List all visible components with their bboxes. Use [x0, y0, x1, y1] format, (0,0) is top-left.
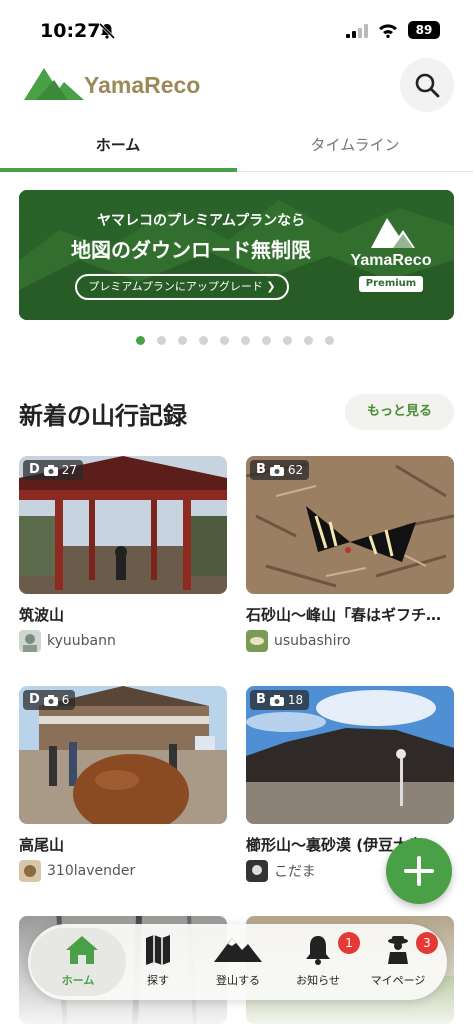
- add-record-button[interactable]: [386, 838, 452, 904]
- photo-count: 6: [61, 693, 70, 707]
- avatar: [246, 860, 268, 882]
- username: usubashiro: [274, 633, 351, 649]
- photo-count: 27: [61, 463, 78, 477]
- tab-home[interactable]: ホーム: [0, 124, 236, 172]
- username: 310lavender: [47, 863, 136, 879]
- carousel-dot[interactable]: [283, 336, 292, 345]
- nav-mypage[interactable]: マイページ 3: [356, 924, 440, 1000]
- battery-icon: 89: [408, 21, 440, 39]
- username: こだま: [274, 864, 316, 880]
- mountain-logo-icon: [24, 68, 84, 100]
- grade-label: D: [29, 462, 40, 477]
- record-photo[interactable]: D 6: [19, 686, 227, 824]
- search-button[interactable]: [400, 58, 454, 112]
- record-user[interactable]: 310lavender: [19, 860, 135, 882]
- record-card[interactable]: B 62 石砂山〜峰山「春はギフチ… usubashiro: [246, 456, 454, 656]
- record-badge: B 18: [250, 690, 310, 710]
- nav-home[interactable]: ホーム: [28, 924, 126, 1000]
- record-badge: D 27: [23, 460, 84, 480]
- nav-climb[interactable]: 登山する: [196, 924, 280, 1000]
- grade-label: B: [256, 692, 266, 707]
- record-badge: B 62: [250, 460, 310, 480]
- nav-label: 登山する: [216, 974, 260, 987]
- avatar: [19, 860, 41, 882]
- search-icon: [415, 73, 440, 98]
- record-photo[interactable]: D 27: [19, 456, 227, 594]
- tab-timeline[interactable]: タイムライン: [237, 124, 473, 172]
- record-title[interactable]: 高尾山: [19, 834, 229, 855]
- record-user[interactable]: usubashiro: [246, 630, 351, 652]
- avatar: [246, 630, 268, 652]
- hiker-icon: [388, 936, 408, 964]
- map-icon: [146, 935, 170, 965]
- carousel-dot[interactable]: [157, 336, 166, 345]
- grade-label: B: [256, 462, 266, 477]
- bell-icon: [306, 936, 330, 965]
- nav-label: ホーム: [61, 974, 95, 987]
- avatar: [19, 630, 41, 652]
- record-title[interactable]: 石砂山〜峰山「春はギフチ…: [246, 604, 456, 625]
- mountain-icon: [214, 938, 262, 962]
- plus-icon: [404, 856, 434, 886]
- section-title: 新着の山行記録: [19, 402, 187, 430]
- nav-label: マイページ: [370, 974, 426, 987]
- camera-icon: [269, 694, 284, 706]
- nav-label: 探す: [147, 974, 169, 987]
- carousel-dot[interactable]: [199, 336, 208, 345]
- record-badge: D 6: [23, 690, 76, 710]
- mypage-badge: 3: [416, 932, 438, 954]
- record-user[interactable]: こだま: [246, 860, 316, 882]
- carousel-dot[interactable]: [178, 336, 187, 345]
- record-title[interactable]: 筑波山: [19, 604, 229, 625]
- clock: 10:27: [40, 20, 101, 42]
- bottom-nav: ホーム 探す 登山する お知らせ 1 マイページ 3: [28, 924, 447, 1000]
- status-bar: 10:27 89: [0, 0, 473, 56]
- banner-line1: ヤマレコのプレミアムプランなら: [97, 213, 306, 229]
- nav-explore[interactable]: 探す: [116, 924, 200, 1000]
- carousel-dot[interactable]: [262, 336, 271, 345]
- carousel-dot[interactable]: [220, 336, 229, 345]
- logo-text: YamaReco: [84, 72, 201, 98]
- record-photo[interactable]: B 18: [246, 686, 454, 824]
- grade-label: D: [29, 692, 40, 707]
- tab-bar: ホーム タイムライン: [0, 124, 473, 172]
- camera-icon: [43, 694, 58, 706]
- photo-count: 62: [287, 463, 304, 477]
- photo-count: 18: [287, 693, 304, 707]
- yamareco-logo: YamaReco: [24, 66, 204, 106]
- wifi-icon: [379, 24, 397, 38]
- carousel-dot[interactable]: [241, 336, 250, 345]
- upgrade-button[interactable]: プレミアムプランにアップグレード ❯: [75, 274, 289, 300]
- mountain-logo-icon: [371, 218, 415, 248]
- record-user[interactable]: kyuubann: [19, 630, 116, 652]
- banner-brand: YamaReco Premium: [341, 212, 441, 302]
- home-icon: [66, 936, 98, 964]
- premium-label: Premium: [359, 276, 423, 292]
- nav-notifications[interactable]: お知らせ 1: [276, 924, 360, 1000]
- camera-icon: [269, 464, 284, 476]
- nav-label: お知らせ: [296, 974, 340, 987]
- record-card[interactable]: D 27 筑波山 kyuubann: [19, 456, 227, 656]
- record-photo[interactable]: B 62: [246, 456, 454, 594]
- signal-icon: [346, 24, 368, 38]
- premium-banner[interactable]: ヤマレコのプレミアムプランなら 地図のダウンロード無制限 プレミアムプランにアッ…: [19, 190, 454, 320]
- carousel-indicator: [136, 336, 346, 346]
- camera-icon: [43, 464, 58, 476]
- carousel-dot[interactable]: [325, 336, 334, 345]
- record-card[interactable]: D 6 高尾山 310lavender: [19, 686, 227, 886]
- carousel-dot[interactable]: [136, 336, 145, 345]
- carousel-dot[interactable]: [304, 336, 313, 345]
- banner-brand-name: YamaReco: [350, 252, 432, 269]
- more-button[interactable]: もっと見る: [345, 394, 454, 430]
- bell-slash-icon: [98, 22, 116, 40]
- tab-indicator: [0, 168, 237, 172]
- banner-line2: 地図のダウンロード無制限: [71, 238, 311, 262]
- username: kyuubann: [47, 633, 116, 649]
